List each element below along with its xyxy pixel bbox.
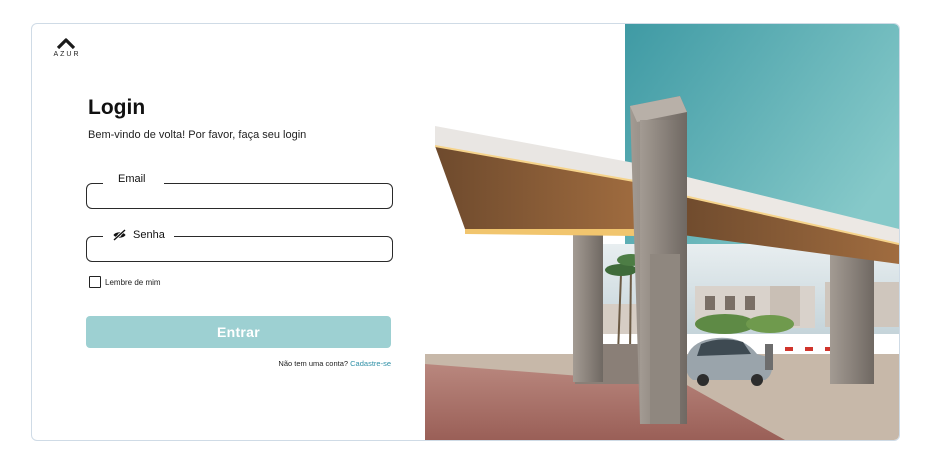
email-field[interactable]: Email — [86, 171, 393, 209]
password-label-text: Senha — [133, 229, 165, 241]
login-card: AZUR Login Bem-vindo de volta! Por favor… — [31, 23, 900, 441]
page-subtitle: Bem-vindo de volta! Por favor, faça seu … — [88, 129, 307, 141]
eye-slash-icon[interactable] — [112, 229, 127, 241]
login-button[interactable]: Entrar — [86, 316, 391, 348]
remember-label: Lembre de mim — [105, 277, 161, 287]
email-label-text: Email — [118, 173, 146, 185]
azur-logo-icon — [57, 38, 75, 49]
remember-me[interactable]: Lembre de mim — [89, 276, 161, 288]
email-label: Email — [103, 171, 164, 187]
signup-prompt-text: Não tem uma conta? — [278, 359, 349, 368]
remember-checkbox[interactable] — [89, 276, 101, 288]
password-field[interactable]: Senha — [86, 227, 393, 262]
hero-image — [425, 24, 899, 440]
password-label: Senha — [103, 227, 174, 243]
signup-prompt: Não tem uma conta? Cadastre-se — [278, 359, 391, 368]
signup-link[interactable]: Cadastre-se — [350, 359, 391, 368]
brand-logo: AZUR — [49, 38, 83, 58]
page-title: Login — [88, 96, 146, 119]
brand-name: AZUR — [53, 51, 81, 58]
